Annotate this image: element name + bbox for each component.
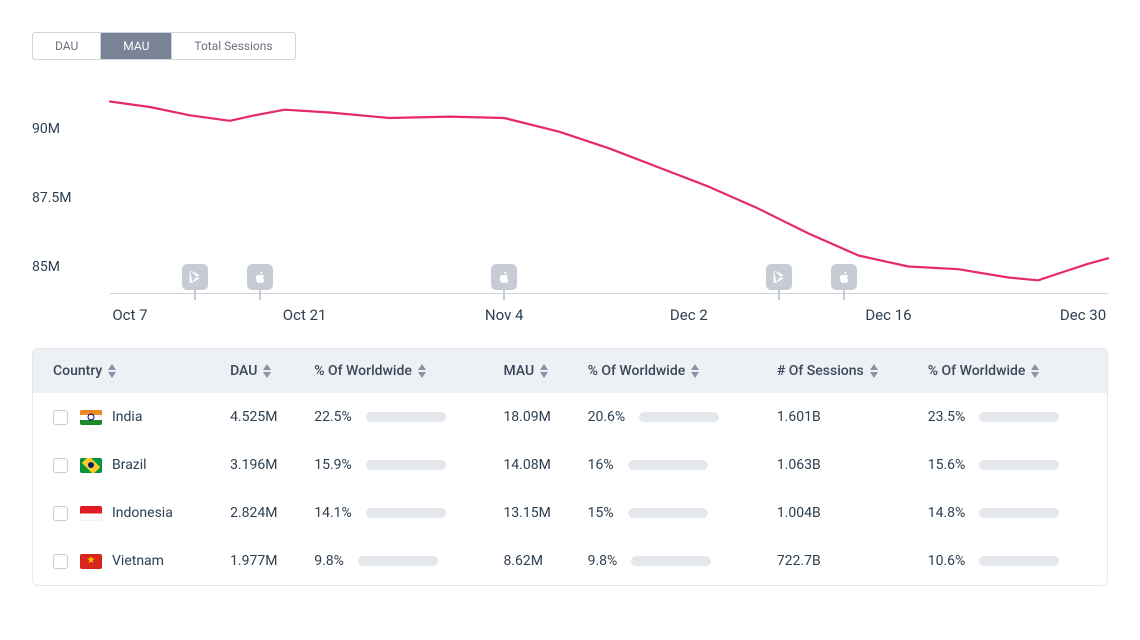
pct-value: 15% (588, 505, 614, 521)
pct-value: 9.8% (588, 553, 618, 569)
th-pct-worldwide-mau[interactable]: % Of Worldwide (578, 349, 767, 393)
y-tick-label: 85M (32, 259, 60, 275)
th-country[interactable]: Country (33, 349, 220, 393)
th-country-label: Country (53, 363, 102, 379)
th-mau[interactable]: MAU (493, 349, 577, 393)
x-tick-label: Oct 21 (283, 306, 327, 324)
pct-bar (979, 556, 1059, 566)
y-tick-label: 87.5M (32, 190, 72, 206)
pct-value: 22.5% (314, 409, 352, 425)
google-play-icon (182, 264, 208, 290)
y-tick-label: 90M (32, 121, 60, 137)
pct-value: 23.5% (928, 409, 966, 425)
dau-value: 4.525M (220, 393, 304, 441)
dau-value: 2.824M (220, 489, 304, 537)
sort-icon (418, 364, 426, 378)
th-dau-label: DAU (230, 363, 257, 379)
pct-value: 14.8% (928, 505, 966, 521)
pct-bar (979, 508, 1059, 518)
mau-value: 14.08M (493, 441, 577, 489)
event-marker-app-store[interactable] (491, 264, 517, 300)
table-row: Vietnam 1.977M 9.8% 8.62M 9.8% 722.7B 10.6% (33, 537, 1107, 585)
pct-value: 16% (588, 457, 614, 473)
apple-icon (247, 264, 273, 290)
event-marker-app-store[interactable] (831, 264, 857, 300)
google-play-icon (766, 264, 792, 290)
pct-bar (628, 508, 708, 518)
apple-icon (491, 264, 517, 290)
sessions-value: 1.004B (767, 489, 918, 537)
x-tick-label: Oct 7 (112, 306, 147, 324)
pct-bar (366, 412, 446, 422)
pct-value: 9.8% (314, 553, 344, 569)
sort-icon (870, 364, 878, 378)
pct-bar (628, 460, 708, 470)
country-table: Country DAU % Of Worldwide MAU % Of Worl… (32, 348, 1108, 586)
th-mau-label: MAU (503, 363, 534, 379)
th-pct2-label: % Of Worldwide (588, 363, 686, 379)
tab-total-sessions[interactable]: Total Sessions (172, 33, 294, 59)
row-checkbox[interactable] (53, 554, 68, 569)
pct-value: 15.9% (314, 457, 352, 473)
mau-line (110, 102, 1108, 281)
x-tick-label: Nov 4 (485, 306, 524, 324)
pct-value: 10.6% (928, 553, 966, 569)
tab-dau[interactable]: DAU (33, 33, 101, 59)
sort-icon (540, 364, 548, 378)
country-name: India (112, 409, 142, 425)
pct-bar (366, 460, 446, 470)
pct-bar (631, 556, 711, 566)
table-row: India 4.525M 22.5% 18.09M 20.6% 1.601B 23.5% (33, 393, 1107, 441)
th-sessions-label: # Of Sessions (777, 363, 864, 379)
dau-value: 1.977M (220, 537, 304, 585)
country-name: Indonesia (112, 505, 173, 521)
sort-icon (1031, 364, 1039, 378)
country-name: Brazil (112, 457, 147, 473)
sort-icon (263, 364, 271, 378)
metric-tabs: DAU MAU Total Sessions (32, 32, 296, 60)
pct-bar (358, 556, 438, 566)
pct-value: 20.6% (588, 409, 626, 425)
event-marker-play-store[interactable] (766, 264, 792, 300)
pct-bar (366, 508, 446, 518)
pct-bar (979, 460, 1059, 470)
mau-value: 18.09M (493, 393, 577, 441)
sessions-value: 722.7B (767, 537, 918, 585)
table-row: Indonesia 2.824M 14.1% 13.15M 15% 1.004B 14.8% (33, 489, 1107, 537)
sessions-value: 1.063B (767, 441, 918, 489)
event-marker-app-store[interactable] (247, 264, 273, 300)
sort-icon (108, 364, 116, 378)
th-pct1-label: % Of Worldwide (314, 363, 412, 379)
dau-value: 3.196M (220, 441, 304, 489)
apple-icon (831, 264, 857, 290)
pct-bar (979, 412, 1059, 422)
sessions-value: 1.601B (767, 393, 918, 441)
mau-value: 13.15M (493, 489, 577, 537)
flag-icon (80, 410, 102, 425)
mau-chart: 85M 87.5M 90M Oct 7 Oct 21 Nov 4 Dec 2 Dec 16 D… (32, 74, 1108, 334)
th-dau[interactable]: DAU (220, 349, 304, 393)
event-marker-play-store[interactable] (182, 264, 208, 300)
sort-icon (691, 364, 699, 378)
tab-mau[interactable]: MAU (101, 33, 172, 59)
th-pct-worldwide-sessions[interactable]: % Of Worldwide (918, 349, 1107, 393)
flag-icon (80, 554, 102, 569)
x-tick-label: Dec 16 (865, 306, 911, 324)
flag-icon (80, 458, 102, 473)
pct-bar (639, 412, 719, 422)
pct-value: 15.6% (928, 457, 966, 473)
th-pct-worldwide-dau[interactable]: % Of Worldwide (304, 349, 493, 393)
x-tick-label: Dec 2 (670, 306, 708, 324)
th-sessions[interactable]: # Of Sessions (767, 349, 918, 393)
row-checkbox[interactable] (53, 506, 68, 521)
row-checkbox[interactable] (53, 458, 68, 473)
table-row: Brazil 3.196M 15.9% 14.08M 16% 1.063B 15.6% (33, 441, 1107, 489)
pct-value: 14.1% (314, 505, 352, 521)
country-name: Vietnam (112, 553, 164, 569)
th-pct3-label: % Of Worldwide (928, 363, 1026, 379)
row-checkbox[interactable] (53, 410, 68, 425)
mau-value: 8.62M (493, 537, 577, 585)
x-tick-label: Dec 30 (1060, 306, 1106, 324)
flag-icon (80, 506, 102, 521)
